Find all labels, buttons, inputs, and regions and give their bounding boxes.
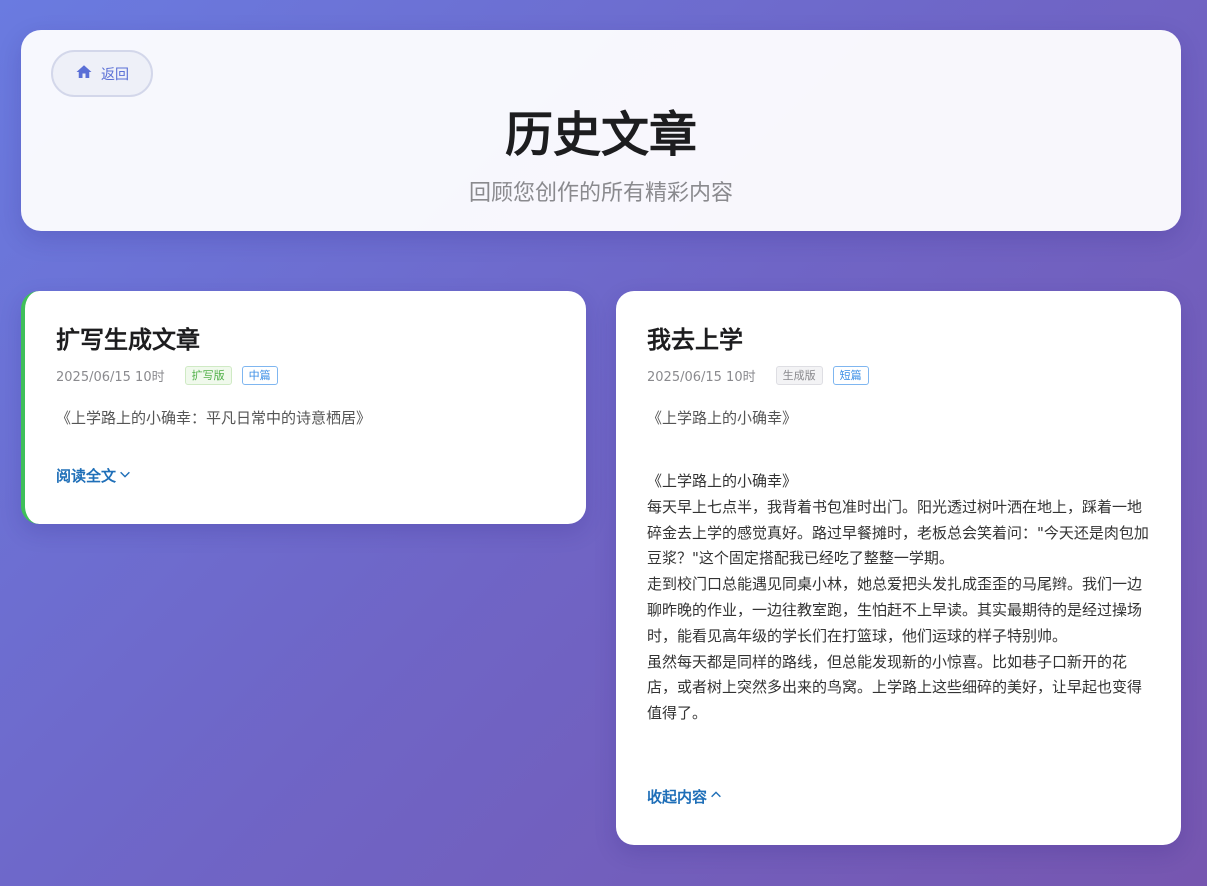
back-label: 返回	[101, 66, 129, 83]
article-body: 《上学路上的小确幸》 每天早上七点半，我背着书包准时出门。阳光透过树叶洒在地上，…	[647, 469, 1155, 727]
length-tag: 中篇	[241, 365, 278, 385]
body-paragraph: 虽然每天都是同样的路线，但总能发现新的小惊喜。比如巷子口新开的花店，或者树上突然…	[647, 652, 1143, 723]
article-meta: 2025/06/15 10时 生成版 短篇	[647, 365, 879, 385]
article-title: 扩写生成文章	[56, 326, 200, 354]
body-paragraph: 走到校门口总能遇见同桌小林，她总爱把头发扎成歪歪的马尾辫。我们一边聊昨晚的作业，…	[647, 575, 1143, 645]
article-summary: 《上学路上的小确幸》	[647, 409, 798, 427]
article-date: 2025/06/15 10时	[647, 369, 756, 385]
body-paragraph: 《上学路上的小确幸》	[647, 472, 798, 490]
chevron-down-icon	[118, 467, 132, 485]
version-tag: 生成版	[775, 365, 823, 385]
toggle-label: 收起内容	[647, 788, 708, 806]
page-header: 返回 历史文章 回顾您创作的所有精彩内容	[21, 30, 1181, 231]
page-title: 历史文章	[504, 107, 697, 163]
chevron-up-icon	[709, 788, 723, 806]
toggle-label: 阅读全文	[56, 467, 117, 485]
article-summary: 《上学路上的小确幸：平凡日常中的诗意栖居》	[56, 409, 372, 427]
page-subtitle: 回顾您创作的所有精彩内容	[468, 181, 733, 206]
article-meta: 2025/06/15 10时 扩写版 中篇	[56, 365, 288, 385]
back-button[interactable]: 返回	[51, 50, 153, 97]
body-paragraph: 每天早上七点半，我背着书包准时出门。阳光透过树叶洒在地上，踩着一地碎金去上学的感…	[647, 497, 1149, 568]
article-date: 2025/06/15 10时	[56, 369, 165, 385]
article-card: 我去上学 2025/06/15 10时 生成版 短篇 《上学路上的小确幸》 《上…	[616, 291, 1181, 845]
version-tag: 扩写版	[184, 365, 232, 385]
article-card: 扩写生成文章 2025/06/15 10时 扩写版 中篇 《上学路上的小确幸：平…	[21, 291, 586, 524]
home-icon	[75, 63, 93, 85]
article-title: 我去上学	[647, 326, 743, 354]
collapse-button[interactable]: 收起内容	[647, 786, 723, 807]
read-full-button[interactable]: 阅读全文	[56, 465, 132, 486]
length-tag: 短篇	[832, 365, 869, 385]
